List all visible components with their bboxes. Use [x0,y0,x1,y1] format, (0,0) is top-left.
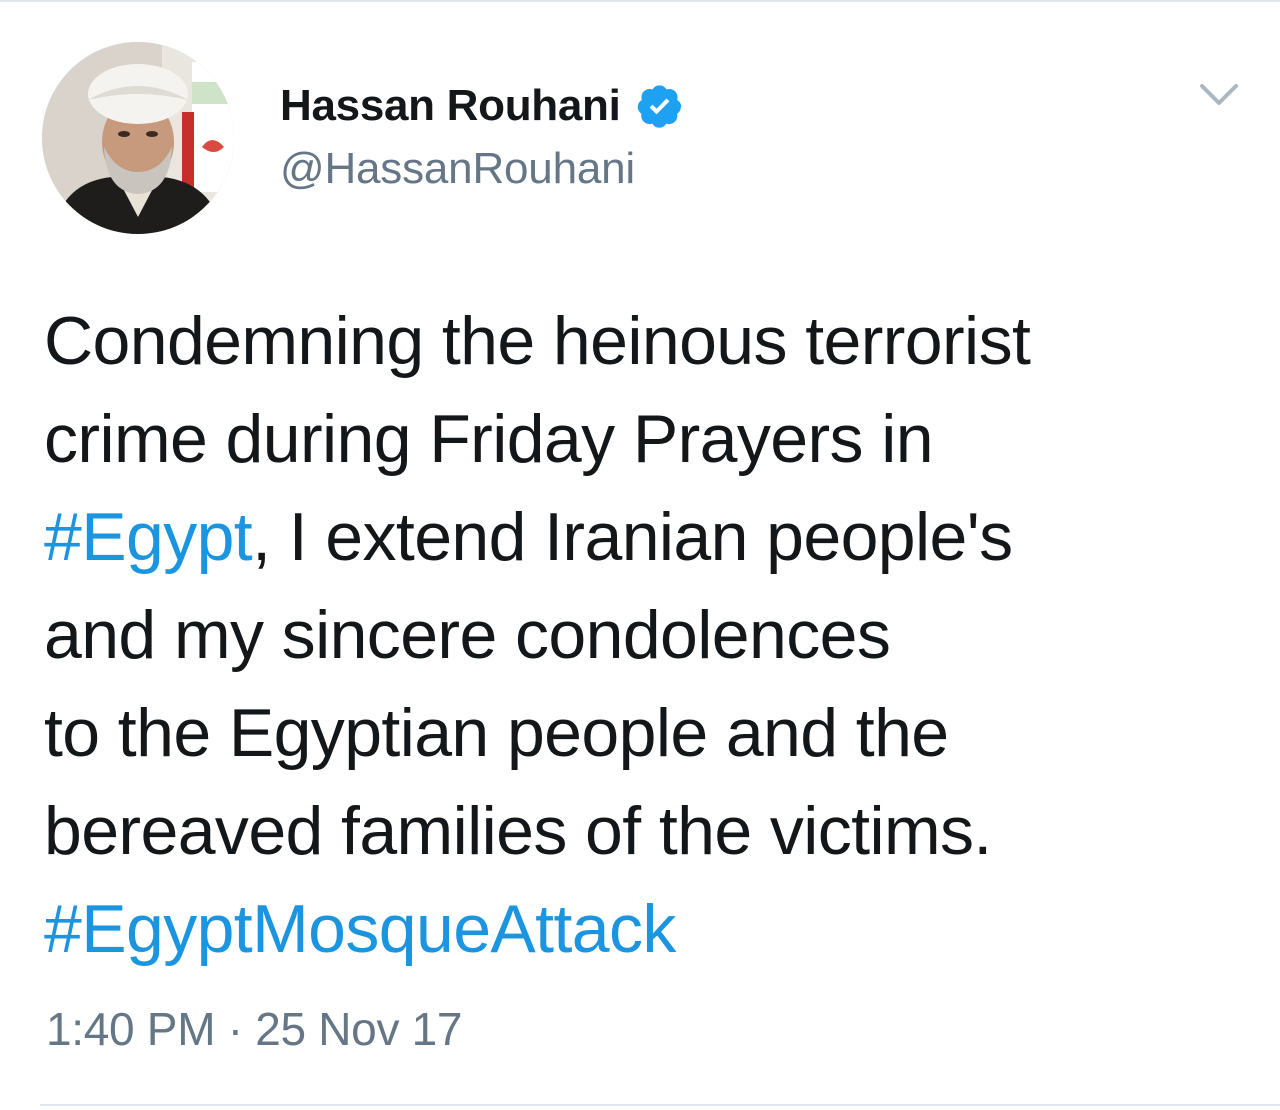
tweet-text-segment: crime during Friday Prayers in [44,401,934,477]
tweet-text-line: Condemning the heinous terrorist [44,292,1244,390]
profile-photo-icon [42,42,234,234]
tweet-header: Hassan Rouhani @HassanRouhani [280,76,683,194]
tweet-text-line: crime during Friday Prayers in [44,390,1244,488]
tweet-card: Hassan Rouhani @HassanRouhani Condemning… [0,0,1280,1110]
tweet-text-line: #EgyptMosqueAttack [44,880,1244,978]
tweet-text-segment: , I extend Iranian people's [252,499,1013,575]
display-name[interactable]: Hassan Rouhani [280,81,621,131]
tweet-timestamp[interactable]: 1:40 PM · 25 Nov 17 [46,1002,462,1056]
tweet-text-line: to the Egyptian people and the [44,684,1244,782]
tweet-text-line: bereaved families of the victims. [44,782,1244,880]
hashtag-link[interactable]: #Egypt [44,499,253,575]
name-row: Hassan Rouhani [280,76,683,136]
bottom-divider [40,1104,1280,1106]
hashtag-link[interactable]: #EgyptMosqueAttack [44,891,676,967]
verified-badge-icon [637,83,683,129]
tweet-text-segment: Condemning the heinous terrorist [44,303,1031,379]
tweet-text-line: and my sincere condolences [44,586,1244,684]
user-handle[interactable]: @HassanRouhani [280,144,683,194]
tweet-text-segment: and my sincere condolences [44,597,891,673]
tweet-text-segment: bereaved families of the victims. [44,793,992,869]
tweet-text: Condemning the heinous terrorist crime du… [44,292,1244,978]
avatar[interactable] [42,42,234,234]
tweet-text-line: #Egypt, I extend Iranian people's [44,488,1244,586]
top-divider [0,0,1280,2]
chevron-down-icon[interactable] [1196,78,1242,112]
tweet-text-segment: to the Egyptian people and the [44,695,949,771]
